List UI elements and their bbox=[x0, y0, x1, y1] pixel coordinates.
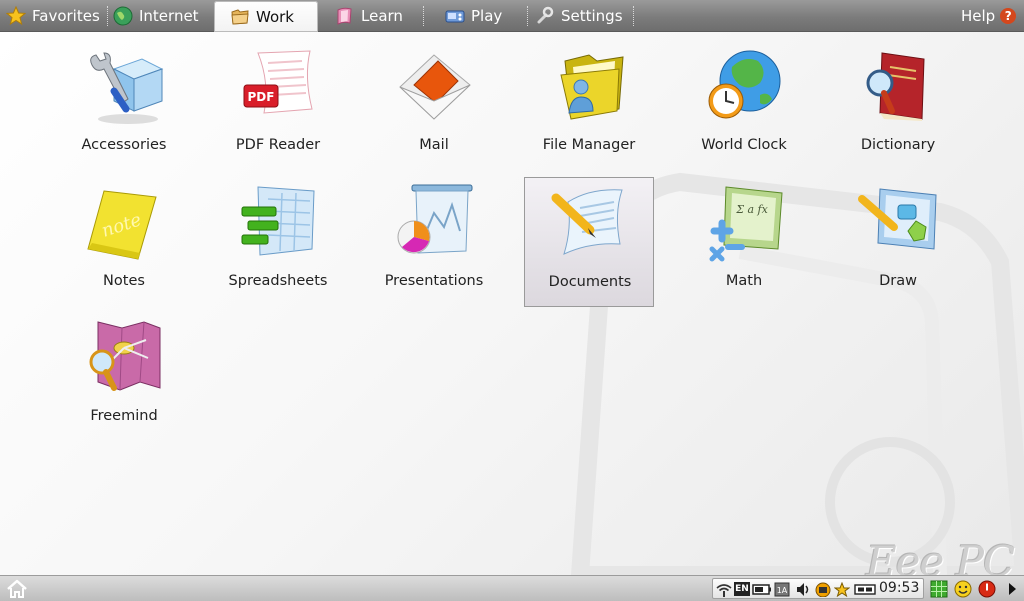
tab-separator bbox=[107, 6, 108, 26]
tab-label: Favorites bbox=[32, 6, 100, 25]
app-label: Accessories bbox=[81, 137, 167, 153]
wifi-icon[interactable] bbox=[716, 582, 732, 597]
star-icon bbox=[6, 5, 26, 25]
volume-icon[interactable] bbox=[795, 582, 811, 597]
pdf-badge-text: PDF bbox=[248, 90, 275, 104]
taskbar: EN 1A 09:53 bbox=[0, 575, 1024, 601]
tab-play[interactable]: Play bbox=[445, 0, 502, 31]
tab-learn[interactable]: Learn bbox=[335, 0, 403, 31]
globe-icon bbox=[113, 6, 133, 25]
folder-icon bbox=[231, 8, 249, 25]
app-presentations[interactable]: Presentations bbox=[369, 173, 499, 303]
folder-user-icon bbox=[560, 54, 624, 120]
tab-label: Internet bbox=[139, 6, 199, 25]
eee-pc-logo: Eee PC bbox=[866, 537, 1015, 575]
app-label: Math bbox=[725, 273, 763, 289]
app-documents[interactable]: Documents bbox=[524, 177, 654, 307]
app-mail[interactable]: Mail bbox=[369, 37, 499, 167]
shutdown-icon[interactable] bbox=[978, 580, 996, 598]
tab-separator bbox=[633, 6, 634, 26]
wrench-icon bbox=[537, 6, 554, 23]
app-label: PDF Reader bbox=[235, 137, 321, 153]
document-icon bbox=[551, 189, 623, 255]
display-icon[interactable]: 1A bbox=[774, 582, 790, 597]
top-tab-bar: Favorites Internet Work Learn Play Setti… bbox=[0, 0, 1024, 32]
app-launcher-area: Eee PC Accessories PDF PDF Reader Mail F… bbox=[0, 32, 1024, 575]
app-dictionary[interactable]: Dictionary bbox=[833, 37, 963, 167]
tab-label: Work bbox=[256, 7, 294, 26]
system-tray: EN 1A 09:53 bbox=[712, 578, 924, 599]
tab-separator bbox=[423, 6, 424, 26]
app-label: Documents bbox=[548, 274, 632, 290]
pdf-icon: PDF bbox=[243, 50, 313, 114]
presentation-icon bbox=[397, 184, 473, 254]
app-file-manager[interactable]: File Manager bbox=[524, 37, 654, 167]
app-label: Mail bbox=[419, 137, 449, 153]
math-badge-text: Σ a fx bbox=[735, 203, 768, 216]
app-label: Dictionary bbox=[860, 137, 936, 153]
app-spreadsheets[interactable]: Spreadsheets bbox=[213, 173, 343, 303]
draw-icon bbox=[858, 188, 937, 250]
app-notes[interactable]: note Notes bbox=[59, 173, 189, 303]
gamepad-icon bbox=[445, 10, 465, 22]
mindmap-icon bbox=[89, 321, 161, 391]
app-label: Draw bbox=[879, 273, 917, 289]
app-draw[interactable]: Draw bbox=[833, 173, 963, 303]
book-icon bbox=[337, 7, 352, 25]
tab-label: Learn bbox=[361, 6, 403, 25]
tab-separator bbox=[527, 6, 528, 26]
app-world-clock[interactable]: World Clock bbox=[679, 37, 809, 167]
tab-settings[interactable]: Settings bbox=[535, 0, 623, 31]
app-label: Spreadsheets bbox=[228, 273, 328, 289]
help-label: Help bbox=[961, 6, 996, 25]
app-freemind[interactable]: Freemind bbox=[59, 308, 189, 438]
tab-label: Play bbox=[471, 6, 503, 25]
question-icon: ? bbox=[1000, 7, 1017, 24]
app-pdf-reader[interactable]: PDF PDF Reader bbox=[213, 37, 343, 167]
app-label: File Manager bbox=[542, 137, 636, 153]
app-accessories[interactable]: Accessories bbox=[59, 37, 189, 167]
network-icon[interactable] bbox=[815, 582, 831, 597]
usb-icon[interactable] bbox=[854, 582, 876, 597]
math-board-icon: Σ a fx bbox=[709, 186, 783, 262]
envelope-icon bbox=[399, 54, 471, 120]
svg-text:1A: 1A bbox=[777, 586, 788, 595]
battery-icon[interactable] bbox=[752, 582, 772, 597]
spreadsheet-icon bbox=[241, 186, 315, 256]
dictionary-icon bbox=[866, 52, 925, 121]
sticky-note-icon: note bbox=[87, 190, 157, 260]
arrow-right-icon[interactable] bbox=[1006, 580, 1018, 598]
keyboard-layout-icon[interactable]: EN bbox=[734, 582, 750, 596]
app-math[interactable]: Σ a fx Math bbox=[679, 173, 809, 303]
desktop-grid-icon[interactable] bbox=[930, 580, 948, 598]
home-icon[interactable] bbox=[6, 579, 28, 599]
tab-favorites[interactable]: Favorites bbox=[6, 0, 100, 31]
star-status-icon[interactable] bbox=[834, 582, 850, 597]
app-label: Freemind bbox=[90, 408, 158, 424]
globe-clock-icon bbox=[708, 50, 781, 119]
tab-work[interactable]: Work bbox=[214, 1, 318, 32]
smiley-icon[interactable] bbox=[954, 580, 972, 598]
app-label: Presentations bbox=[384, 273, 484, 289]
clock[interactable]: 09:53 bbox=[879, 580, 919, 596]
tab-label: Settings bbox=[561, 6, 623, 25]
app-label: World Clock bbox=[701, 137, 787, 153]
help-button[interactable]: Help ? bbox=[961, 0, 1017, 31]
app-label: Notes bbox=[103, 273, 145, 289]
accessories-icon bbox=[90, 52, 164, 124]
tab-internet[interactable]: Internet bbox=[113, 0, 199, 31]
